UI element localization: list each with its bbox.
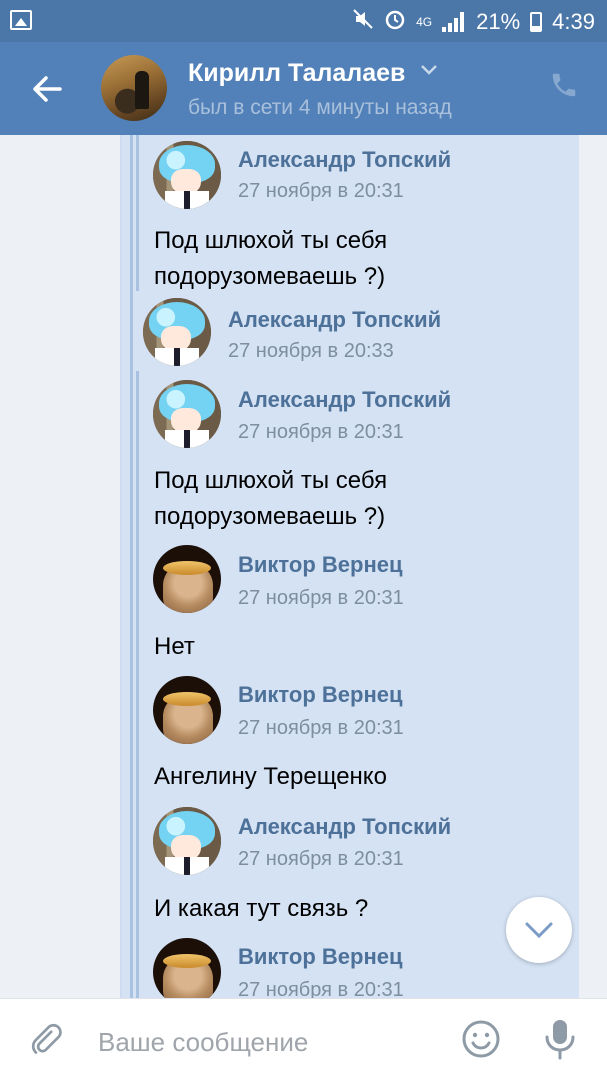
avatar[interactable] [153,807,221,875]
message-text: подорузомеваешь ?) [154,263,386,290]
message-date: 27 ноября в 20:31 [238,848,404,870]
mute-icon [352,8,374,36]
message-date: 27 ноября в 20:31 [238,979,404,998]
arrow-left-icon [33,76,62,102]
forward-line [136,135,139,291]
contact-status: был в сети 4 минуты назад [188,96,452,119]
clock: 4:39 [552,9,595,34]
alarm-icon [384,8,406,36]
message-date: 27 ноября в 20:33 [228,340,394,362]
message-text: Ангелину Терещенко [154,763,387,790]
contact-avatar[interactable] [101,55,167,121]
author-name[interactable]: Виктор Вернец [238,944,403,970]
author-name[interactable]: Александр Топский [238,387,451,413]
message-text: Нет [154,633,195,660]
status-bar: 4G 21% 4:39 [0,0,607,42]
microphone-icon [545,1020,575,1060]
contact-name[interactable]: Кирилл Талалаев [188,59,405,88]
avatar[interactable] [153,545,221,613]
avatar[interactable] [143,298,211,366]
avatar[interactable] [153,380,221,448]
attach-button[interactable] [26,1021,66,1061]
voice-button[interactable] [540,1017,580,1061]
battery-percent: 21% [476,9,521,34]
chevron-down-icon [525,922,553,939]
signal-icon [442,12,466,32]
message-date: 27 ноября в 20:31 [238,587,404,609]
author-name[interactable]: Виктор Вернец [238,682,403,708]
call-button[interactable] [549,70,585,106]
phone-icon [552,73,576,97]
chevron-down-icon[interactable] [420,64,438,76]
network-label: 4G [416,15,433,29]
message-date: 27 ноября в 20:31 [238,717,404,739]
author-name[interactable]: Александр Топский [228,307,441,333]
forward-line [130,135,133,998]
message-text: И какая тут связь ? [154,895,369,922]
smile-icon [462,1020,500,1058]
message-date: 27 ноября в 20:31 [238,180,404,202]
message-text: Под шлюхой ты себя [154,227,388,254]
scroll-down-button[interactable] [506,897,572,963]
gallery-icon [10,10,32,30]
avatar[interactable] [153,141,221,209]
author-name[interactable]: Александр Топский [238,147,451,173]
paperclip-icon [31,1023,62,1054]
avatar[interactable] [153,938,221,998]
emoji-button[interactable] [461,1019,501,1059]
message-date: 27 ноября в 20:31 [238,421,404,443]
message-text: Под шлюхой ты себя [154,467,388,494]
message-input-bar [0,998,607,1081]
chat-header: Кирилл Талалаев был в сети 4 минуты наза… [0,42,607,135]
message-input[interactable] [96,1021,460,1063]
message-text: подорузомеваешь ?) [154,503,386,530]
battery-icon [530,12,543,32]
author-name[interactable]: Виктор Вернец [238,552,403,578]
status-icons: 4G 21% 4:39 [352,8,595,36]
chat-area[interactable]: Александр Топский 27 ноября в 20:31 Под … [0,135,607,998]
avatar[interactable] [153,676,221,744]
author-name[interactable]: Александр Топский [238,814,451,840]
back-button[interactable] [22,64,72,114]
forward-line [136,371,139,998]
